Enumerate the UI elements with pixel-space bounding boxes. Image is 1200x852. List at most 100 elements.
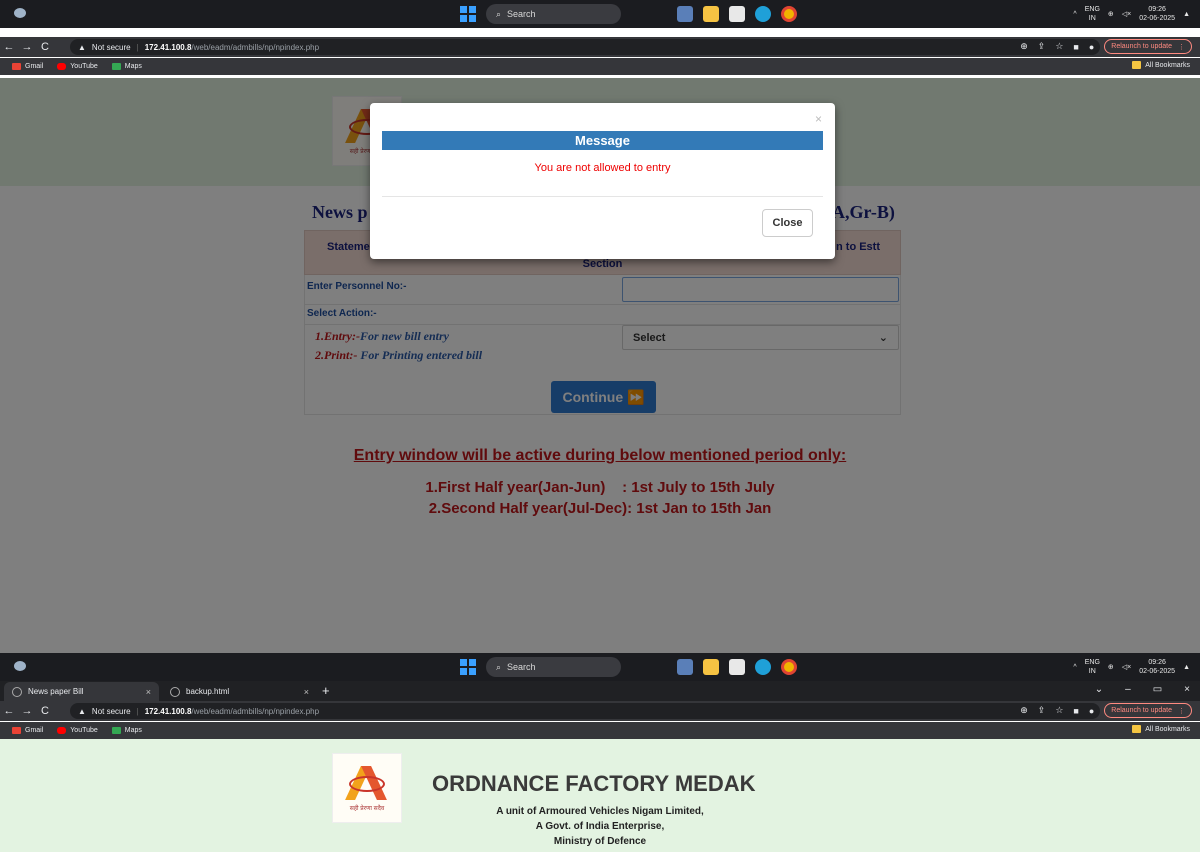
search-icon: ⌕ bbox=[496, 661, 502, 672]
star-icon[interactable]: ☆ bbox=[1055, 705, 1063, 716]
all-bookmarks[interactable]: All Bookmarks bbox=[1132, 725, 1190, 733]
tray-caret-icon[interactable]: ^ bbox=[1073, 11, 1076, 18]
tab-strip: News paper Bill × backup.html × + ⌄ – ▭ … bbox=[0, 681, 1200, 701]
modal-message: You are not allowed to entry bbox=[534, 162, 671, 174]
taskbar-search[interactable]: ⌕ Search bbox=[486, 4, 621, 24]
folder-icon bbox=[1132, 61, 1142, 69]
bookmark-gmail[interactable]: Gmail bbox=[12, 63, 43, 70]
sidepanel-icon[interactable]: ■ bbox=[1073, 706, 1078, 716]
bookmark-maps[interactable]: Maps bbox=[111, 727, 142, 734]
sound-icon[interactable]: ◁× bbox=[1122, 10, 1131, 18]
minimize-icon[interactable]: – bbox=[1125, 684, 1131, 695]
gmail-icon bbox=[12, 63, 21, 70]
tray-caret-icon[interactable]: ^ bbox=[1073, 664, 1076, 671]
relaunch-button[interactable]: Relaunch to update ⋮ bbox=[1104, 39, 1192, 54]
globe-icon bbox=[170, 686, 180, 697]
nav-right-tools: ⊕ ⇪ ☆ ■ ● Relaunch to update ⋮ bbox=[1020, 39, 1192, 54]
notification-icon[interactable]: ▲ bbox=[1183, 11, 1190, 18]
network-icon[interactable]: ⊕ bbox=[1108, 663, 1114, 671]
sidepanel-icon[interactable]: ■ bbox=[1073, 42, 1078, 52]
address-bar[interactable]: ▲ Not secure | 172.41.100.8/web/eadm/adm… bbox=[70, 39, 1100, 55]
window-controls: ⌄ – ▭ × bbox=[1095, 684, 1190, 695]
sound-icon[interactable]: ◁× bbox=[1122, 663, 1131, 671]
tab-close-icon[interactable]: × bbox=[304, 687, 309, 697]
store-icon[interactable] bbox=[729, 6, 745, 22]
bookmarks-bar-top: Gmail YouTube Maps All Bookmarks bbox=[0, 58, 1200, 75]
bookmark-youtube[interactable]: YouTube bbox=[57, 63, 98, 70]
relaunch-button[interactable]: Relaunch to update ⋮ bbox=[1104, 703, 1192, 718]
back-arrow-icon[interactable]: ← bbox=[0, 41, 18, 53]
zoom-icon[interactable]: ⊕ bbox=[1020, 41, 1028, 52]
weather-icon[interactable] bbox=[12, 659, 28, 673]
url-host: 172.41.100.8 bbox=[144, 706, 192, 716]
modal-close-x-icon[interactable]: × bbox=[815, 112, 822, 126]
weather-icon[interactable] bbox=[12, 6, 28, 20]
star-icon[interactable]: ☆ bbox=[1055, 41, 1063, 52]
clock-date: 02-06-2025 bbox=[1139, 668, 1176, 675]
clock[interactable]: 09:26 02-06-2025 bbox=[1139, 658, 1175, 676]
chrome-icon[interactable] bbox=[781, 6, 797, 22]
bookmark-label: YouTube bbox=[70, 63, 98, 70]
restore-icon[interactable]: ▭ bbox=[1153, 684, 1162, 695]
file-explorer-icon[interactable] bbox=[703, 659, 719, 675]
modal-close-button[interactable]: Close bbox=[762, 209, 813, 237]
not-secure-label: Not secure bbox=[91, 706, 131, 716]
reload-icon[interactable]: C bbox=[36, 41, 54, 53]
edge-icon[interactable] bbox=[755, 6, 771, 22]
taskview-icon[interactable] bbox=[677, 659, 693, 675]
back-arrow-icon[interactable]: ← bbox=[0, 705, 18, 717]
tab-close-icon[interactable]: × bbox=[146, 687, 151, 697]
youtube-icon bbox=[57, 63, 67, 70]
tab-label: News paper Bill bbox=[28, 687, 84, 696]
notification-icon[interactable]: ▲ bbox=[1183, 664, 1190, 671]
org-subtitle-1: A unit of Armoured Vehicles Nigam Limite… bbox=[496, 806, 704, 817]
windows-start-icon[interactable] bbox=[460, 6, 476, 22]
maps-icon bbox=[111, 63, 121, 70]
bookmark-maps[interactable]: Maps bbox=[111, 63, 142, 70]
store-icon[interactable] bbox=[729, 659, 745, 675]
relaunch-label: Relaunch to update bbox=[1111, 43, 1172, 50]
bookmark-gmail[interactable]: Gmail bbox=[12, 727, 43, 734]
reload-icon[interactable]: C bbox=[36, 705, 54, 717]
all-bookmarks-label: All Bookmarks bbox=[1145, 61, 1190, 69]
menu-dots-icon: ⋮ bbox=[1178, 707, 1185, 715]
relaunch-label: Relaunch to update bbox=[1111, 707, 1172, 714]
forward-arrow-icon[interactable]: → bbox=[18, 705, 36, 717]
profile-icon[interactable]: ● bbox=[1089, 706, 1094, 716]
bookmark-youtube[interactable]: YouTube bbox=[57, 727, 98, 734]
profile-icon[interactable]: ● bbox=[1089, 42, 1094, 52]
bookmark-label: Maps bbox=[124, 727, 142, 734]
tab-search-icon[interactable]: ⌄ bbox=[1095, 684, 1103, 695]
network-icon[interactable]: ⊕ bbox=[1108, 10, 1114, 18]
tab-backup-html[interactable]: backup.html × bbox=[162, 682, 317, 701]
language-indicator[interactable]: ENG IN bbox=[1085, 5, 1100, 23]
address-bar[interactable]: ▲ Not secure | 172.41.100.8/web/eadm/adm… bbox=[70, 703, 1100, 719]
share-icon[interactable]: ⇪ bbox=[1038, 705, 1046, 716]
clock-time: 09:26 bbox=[1148, 6, 1166, 13]
globe-icon bbox=[12, 686, 22, 697]
warning-icon: ▲ bbox=[78, 42, 86, 52]
chrome-icon[interactable] bbox=[781, 659, 797, 675]
file-explorer-icon[interactable] bbox=[703, 6, 719, 22]
edge-icon[interactable] bbox=[755, 659, 771, 675]
taskview-icon[interactable] bbox=[677, 6, 693, 22]
new-tab-button[interactable]: + bbox=[322, 683, 330, 698]
org-subtitle-3: Ministry of Defence bbox=[553, 836, 647, 847]
tab-label: backup.html bbox=[186, 687, 230, 696]
taskbar-bottom: ⌕ Search ^ ENG IN ⊕ ◁× 09:26 02-06-2025 … bbox=[0, 653, 1200, 681]
zoom-icon[interactable]: ⊕ bbox=[1020, 705, 1028, 716]
tab-news-paper-bill[interactable]: News paper Bill × bbox=[4, 682, 159, 701]
taskbar-search[interactable]: ⌕ Search bbox=[486, 657, 621, 677]
taskbar-center: ⌕ Search bbox=[460, 657, 797, 677]
share-icon[interactable]: ⇪ bbox=[1038, 41, 1046, 52]
taskbar-top: ⌕ Search ^ ENG IN ⊕ ◁× 09:26 02-06-2025 … bbox=[0, 0, 1200, 28]
language-indicator[interactable]: ENG IN bbox=[1085, 658, 1100, 676]
all-bookmarks-label: All Bookmarks bbox=[1145, 725, 1190, 733]
bookmark-label: Gmail bbox=[25, 63, 44, 70]
windows-start-icon[interactable] bbox=[460, 659, 476, 675]
forward-arrow-icon[interactable]: → bbox=[18, 41, 36, 53]
close-window-icon[interactable]: × bbox=[1184, 684, 1190, 695]
system-tray: ^ ENG IN ⊕ ◁× 09:26 02-06-2025 ▲ bbox=[1073, 656, 1190, 678]
clock[interactable]: 09:26 02-06-2025 bbox=[1139, 5, 1175, 23]
all-bookmarks[interactable]: All Bookmarks bbox=[1132, 61, 1190, 69]
